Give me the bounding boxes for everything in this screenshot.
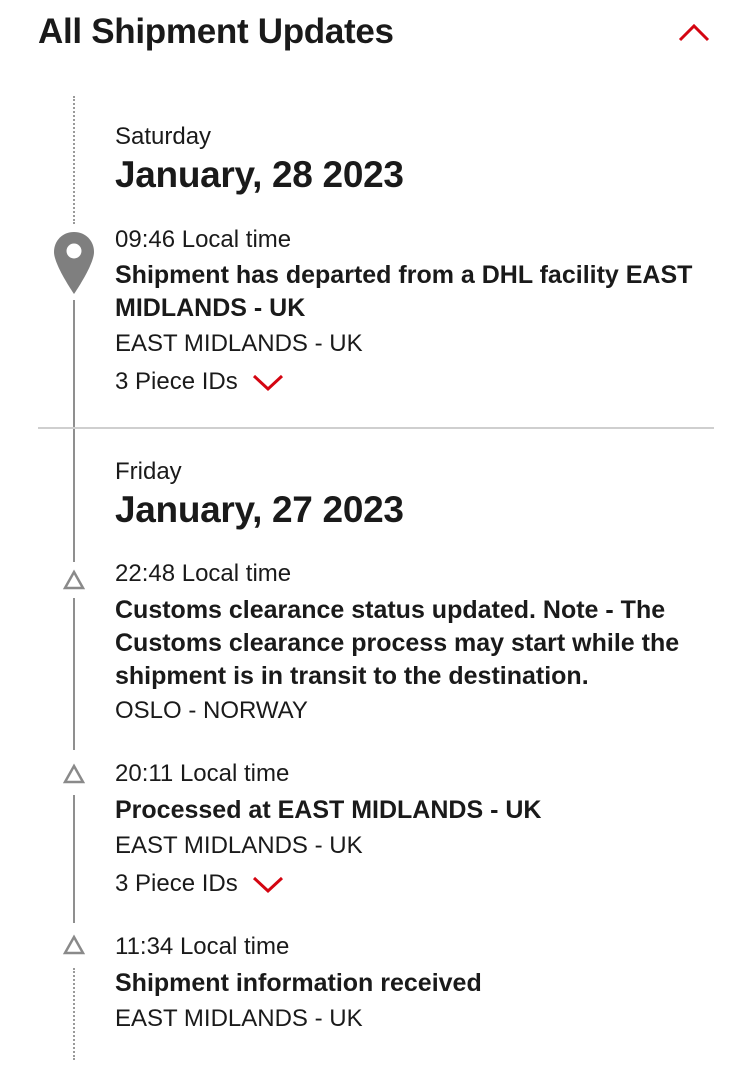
chevron-down-icon <box>252 876 283 894</box>
section-title: All Shipment Updates <box>38 12 394 51</box>
timeline-line <box>73 598 75 750</box>
piece-ids-label: 3 Piece IDs <box>115 870 238 897</box>
day-weekday: Friday <box>115 458 182 485</box>
event-location: EAST MIDLANDS - UK <box>115 832 363 859</box>
event-description: Shipment has departed from a DHL facilit… <box>115 261 693 322</box>
triangle-icon <box>62 934 86 961</box>
event-description: Shipment information received <box>115 969 482 997</box>
piece-ids-label: 3 Piece IDs <box>115 368 238 395</box>
event-description: Processed at EAST MIDLANDS - UK <box>115 796 542 824</box>
day-divider <box>38 427 714 429</box>
event-location: EAST MIDLANDS - UK <box>115 330 363 357</box>
timeline-line <box>73 795 75 923</box>
event-time: 20:11 Local time <box>115 760 290 787</box>
timeline-dotted-line <box>73 96 75 224</box>
triangle-icon <box>62 763 86 790</box>
shipment-updates-page: All Shipment Updates Saturday January, 2… <box>0 0 750 1080</box>
event-location: EAST MIDLANDS - UK <box>115 1005 363 1032</box>
day-date: January, 28 2023 <box>115 154 404 195</box>
triangle-icon <box>62 569 86 596</box>
piece-ids-toggle[interactable]: 3 Piece IDs <box>115 868 284 900</box>
day-date: January, 27 2023 <box>115 489 404 530</box>
event-time: 22:48 Local time <box>115 560 292 587</box>
section-header: All Shipment Updates <box>0 0 750 70</box>
event-time: 09:46 Local time <box>115 226 292 253</box>
timeline-dotted-line <box>73 968 75 1060</box>
day-weekday: Saturday <box>115 123 212 150</box>
chevron-up-icon <box>678 23 710 42</box>
location-pin-icon <box>52 230 96 301</box>
piece-ids-toggle[interactable]: 3 Piece IDs <box>115 366 284 398</box>
event-description: Customs clearance status updated. Note -… <box>115 596 680 690</box>
collapse-button[interactable] <box>672 14 716 50</box>
chevron-down-icon <box>252 374 283 392</box>
timeline-line <box>73 300 75 562</box>
event-time: 11:34 Local time <box>115 933 290 960</box>
event-location: OSLO - NORWAY <box>115 697 308 724</box>
